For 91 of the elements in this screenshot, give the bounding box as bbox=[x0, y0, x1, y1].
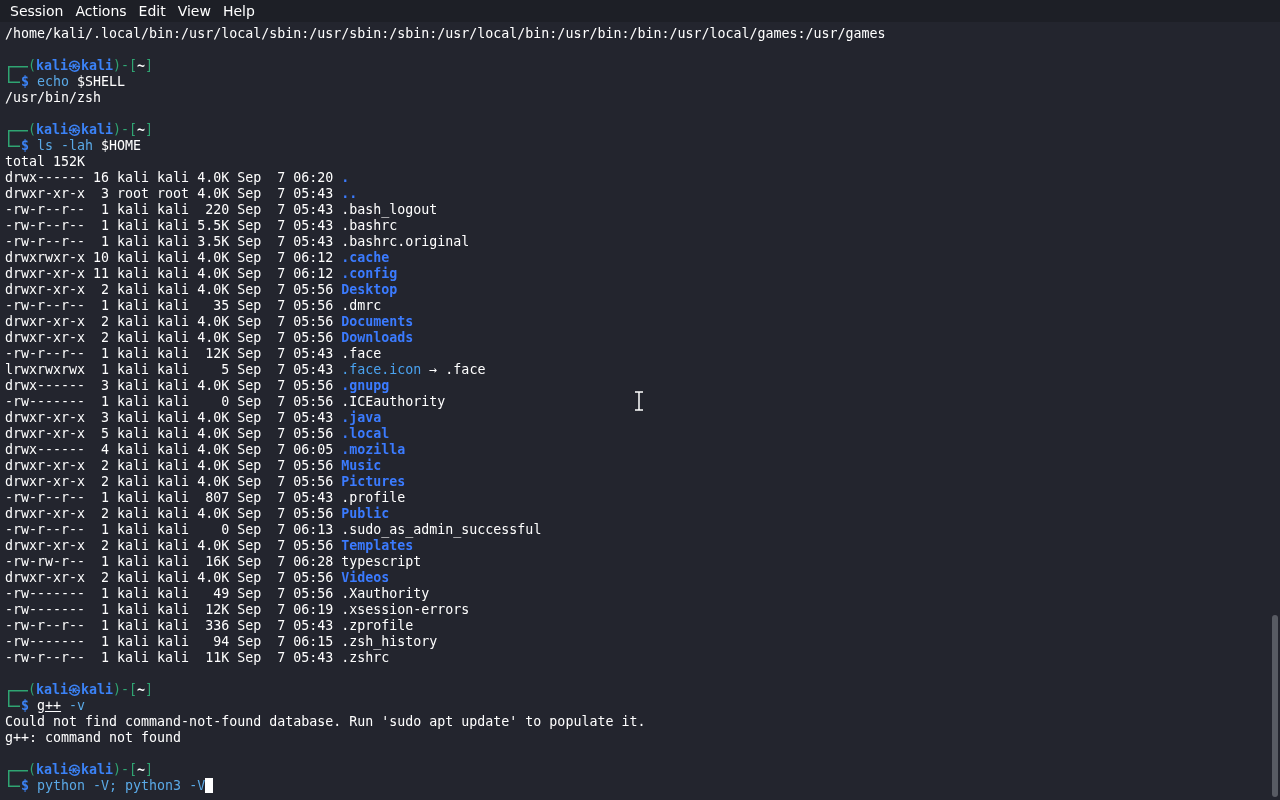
file-name: .profile bbox=[341, 490, 406, 506]
file-name: .mozilla bbox=[341, 442, 406, 458]
file-name: typescript bbox=[341, 554, 422, 570]
output-text: total 152K bbox=[5, 154, 86, 170]
file-name: Documents bbox=[341, 314, 414, 330]
file-name: .config bbox=[341, 266, 398, 282]
output-text: g++: command not found bbox=[5, 730, 182, 746]
command-text: g++ bbox=[37, 698, 62, 714]
file-info: drwxr-xr-x 5 kali kali 4.0K Sep 7 05:56 bbox=[5, 426, 334, 442]
prompt-symbol: $ bbox=[21, 74, 29, 90]
file-info: -rw-r--r-- 1 kali kali 11K Sep 7 05:43 bbox=[5, 650, 334, 666]
file-info: drwxr-xr-x 3 kali kali 4.0K Sep 7 05:43 bbox=[5, 410, 334, 426]
file-info: -rw-r--r-- 1 kali kali 12K Sep 7 05:43 bbox=[5, 346, 334, 362]
command-text: $SHELL bbox=[76, 74, 126, 90]
file-name: Desktop bbox=[341, 282, 398, 298]
file-info: -rw-r--r-- 1 kali kali 35 Sep 7 05:56 bbox=[5, 298, 334, 314]
file-info: -rw-r--r-- 1 kali kali 5.5K Sep 7 05:43 bbox=[5, 218, 334, 234]
file-info: lrwxrwxrwx 1 kali kali 5 Sep 7 05:43 bbox=[5, 362, 334, 378]
file-name: .bashrc bbox=[341, 218, 398, 234]
file-name: .zsh_history bbox=[341, 634, 438, 650]
file-name: . bbox=[341, 170, 350, 186]
file-name: Pictures bbox=[341, 474, 406, 490]
file-name: Templates bbox=[341, 538, 414, 554]
text-cursor-icon bbox=[634, 391, 644, 411]
link-target: .face bbox=[445, 362, 486, 378]
command-text: echo bbox=[37, 74, 70, 90]
file-name: .local bbox=[341, 426, 390, 442]
file-name: .xsession-errors bbox=[341, 602, 470, 618]
file-name: .bashrc.original bbox=[341, 234, 470, 250]
file-info: drwxr-xr-x 2 kali kali 4.0K Sep 7 05:56 bbox=[5, 506, 334, 522]
menu-item[interactable]: Help bbox=[216, 3, 261, 19]
prompt-header: (kali㉿kali)-[~] bbox=[28, 58, 154, 74]
file-info: drwx------ 16 kali kali 4.0K Sep 7 06:20 bbox=[5, 170, 334, 186]
prompt-header: (kali㉿kali)-[~] bbox=[28, 122, 154, 138]
command-text: -v bbox=[68, 698, 86, 714]
file-name: .. bbox=[341, 186, 358, 202]
file-info: -rw------- 1 kali kali 0 Sep 7 05:56 bbox=[5, 394, 334, 410]
file-info: drwxr-xr-x 2 kali kali 4.0K Sep 7 05:56 bbox=[5, 330, 334, 346]
file-info: -rw-r--r-- 1 kali kali 807 Sep 7 05:43 bbox=[5, 490, 334, 506]
file-info: -rw-r--r-- 1 kali kali 0 Sep 7 06:13 bbox=[5, 522, 334, 538]
link-arrow: → bbox=[429, 362, 438, 378]
file-name: .zshrc bbox=[341, 650, 390, 666]
file-name: .face.icon bbox=[341, 362, 422, 378]
file-info: -rw-r--r-- 1 kali kali 336 Sep 7 05:43 bbox=[5, 618, 334, 634]
output-text: /usr/bin/zsh bbox=[5, 90, 102, 106]
prompt-symbol: $ bbox=[21, 778, 29, 794]
file-info: drwxr-xr-x 3 root root 4.0K Sep 7 05:43 bbox=[5, 186, 334, 202]
file-info: drwxr-xr-x 2 kali kali 4.0K Sep 7 05:56 bbox=[5, 458, 334, 474]
prompt-header: (kali㉿kali)-[~] bbox=[28, 682, 154, 698]
file-name: .gnupg bbox=[341, 378, 390, 394]
file-name: Videos bbox=[341, 570, 390, 586]
command-text: ls -lah bbox=[37, 138, 94, 154]
scrollbar[interactable] bbox=[1272, 615, 1278, 797]
file-info: -rw------- 1 kali kali 94 Sep 7 06:15 bbox=[5, 634, 334, 650]
command-text: $HOME bbox=[100, 138, 142, 154]
menu-item[interactable]: Edit bbox=[132, 3, 172, 19]
prompt-header: (kali㉿kali)-[~] bbox=[28, 762, 154, 778]
file-info: drwxr-xr-x 2 kali kali 4.0K Sep 7 05:56 bbox=[5, 282, 334, 298]
file-info: drwx------ 3 kali kali 4.0K Sep 7 05:56 bbox=[5, 378, 334, 394]
file-name: .java bbox=[341, 410, 382, 426]
file-info: drwxr-xr-x 11 kali kali 4.0K Sep 7 06:12 bbox=[5, 266, 334, 282]
prompt-symbol: $ bbox=[21, 698, 29, 714]
output-text: Could not find command-not-found database. Run 'sudo apt update' to populate it. bbox=[5, 714, 646, 730]
file-info: -rw------- 1 kali kali 49 Sep 7 05:56 bbox=[5, 586, 334, 602]
file-info: drwxr-xr-x 2 kali kali 4.0K Sep 7 05:56 bbox=[5, 538, 334, 554]
output-text: /home/kali/.local/bin:/usr/local/sbin:/usr/sbin:/sbin:/usr/local/bin:/usr/bin:/bin:/usr/local/games:/usr/games bbox=[5, 26, 886, 42]
file-info: drwxrwxr-x 10 kali kali 4.0K Sep 7 06:12 bbox=[5, 250, 334, 266]
menu-item[interactable]: View bbox=[171, 3, 217, 19]
file-name: Music bbox=[341, 458, 382, 474]
file-info: -rw------- 1 kali kali 12K Sep 7 06:19 bbox=[5, 602, 334, 618]
file-info: drwxr-xr-x 2 kali kali 4.0K Sep 7 05:56 bbox=[5, 474, 334, 490]
file-name: Public bbox=[341, 506, 390, 522]
menu-item[interactable]: Actions bbox=[69, 3, 133, 19]
file-info: drwxr-xr-x 2 kali kali 4.0K Sep 7 05:56 bbox=[5, 570, 334, 586]
prompt-symbol: $ bbox=[21, 138, 29, 154]
file-name: .sudo_as_admin_successful bbox=[341, 522, 542, 538]
file-info: -rw-rw-r-- 1 kali kali 16K Sep 7 06:28 bbox=[5, 554, 334, 570]
file-info: -rw-r--r-- 1 kali kali 3.5K Sep 7 05:43 bbox=[5, 234, 334, 250]
file-name: .ICEauthority bbox=[341, 394, 446, 410]
file-name: .cache bbox=[341, 250, 390, 266]
file-name: .dmrc bbox=[341, 298, 382, 314]
file-name: .Xauthority bbox=[341, 586, 430, 602]
menu-item[interactable]: Session bbox=[4, 3, 70, 19]
file-info: drwxr-xr-x 2 kali kali 4.0K Sep 7 05:56 bbox=[5, 314, 334, 330]
file-info: -rw-r--r-- 1 kali kali 220 Sep 7 05:43 bbox=[5, 202, 334, 218]
command-text: python -V; python3 -V bbox=[37, 778, 206, 794]
file-name: Downloads bbox=[341, 330, 414, 346]
file-name: .bash_logout bbox=[341, 202, 438, 218]
file-name: .zprofile bbox=[341, 618, 414, 634]
file-name: .face bbox=[341, 346, 382, 362]
file-info: drwx------ 4 kali kali 4.0K Sep 7 06:05 bbox=[5, 442, 334, 458]
